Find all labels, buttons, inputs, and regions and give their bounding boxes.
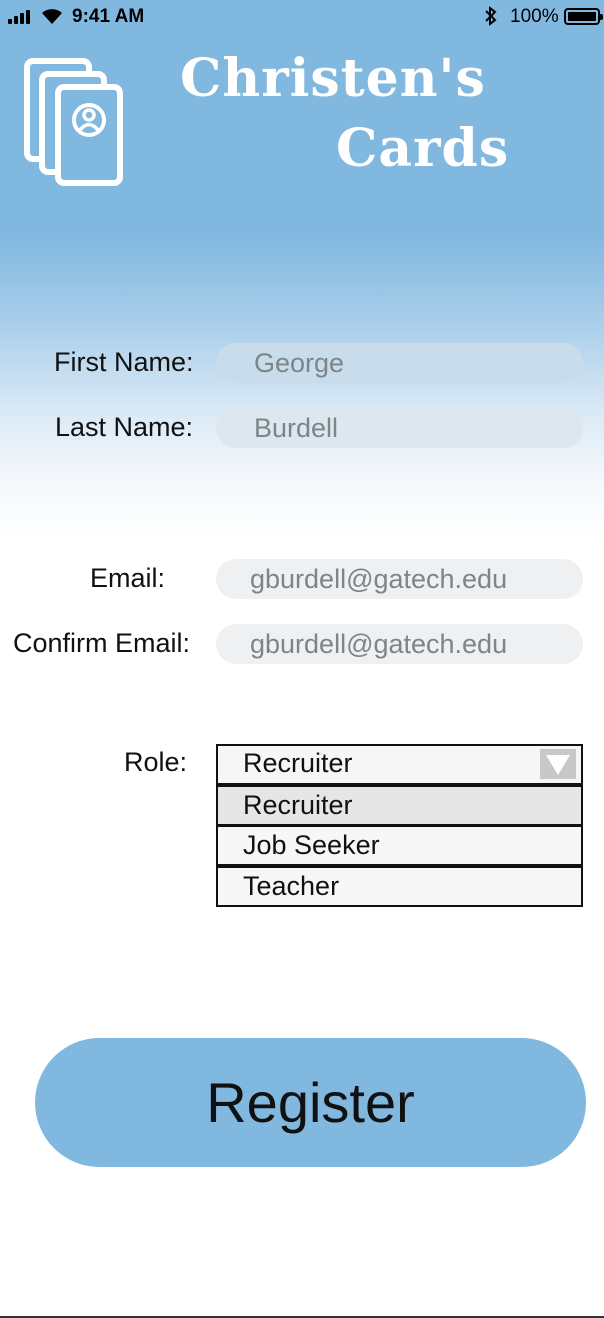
role-option-job-seeker[interactable]: Job Seeker — [216, 825, 583, 866]
app-title-line1: Christen's — [180, 48, 486, 109]
battery-icon — [564, 8, 603, 25]
role-selected-value: Recruiter — [243, 748, 353, 778]
role-select[interactable]: Recruiter — [216, 744, 583, 785]
last-name-label: Last Name: — [55, 412, 194, 442]
confirm-email-field[interactable]: gburdell@gatech.edu — [216, 624, 583, 664]
first-name-label: First Name: — [54, 347, 194, 377]
first-name-field[interactable]: George — [216, 343, 583, 383]
role-option-teacher[interactable]: Teacher — [216, 866, 583, 907]
app-screen: 9:41 AM 100% Christen's Cards First Name… — [0, 0, 604, 1318]
role-option-recruiter[interactable]: Recruiter — [216, 785, 583, 826]
role-label: Role: — [124, 747, 188, 777]
register-button[interactable]: Register — [35, 1038, 586, 1167]
app-title-line2: Cards — [336, 118, 510, 179]
wifi-icon — [42, 9, 62, 24]
status-bar: 9:41 AM 100% — [0, 0, 604, 34]
last-name-field[interactable]: Burdell — [216, 408, 583, 448]
cellular-signal-icon — [8, 10, 34, 24]
dropdown-arrow-icon[interactable] — [540, 749, 576, 779]
confirm-email-label: Confirm Email: — [13, 628, 191, 658]
email-label: Email: — [90, 563, 166, 593]
status-time: 9:41 AM — [72, 6, 145, 27]
email-field[interactable]: gburdell@gatech.edu — [216, 559, 583, 599]
id-cards-icon — [24, 58, 123, 186]
bluetooth-icon — [485, 6, 497, 26]
battery-percentage: 100% — [510, 6, 559, 27]
